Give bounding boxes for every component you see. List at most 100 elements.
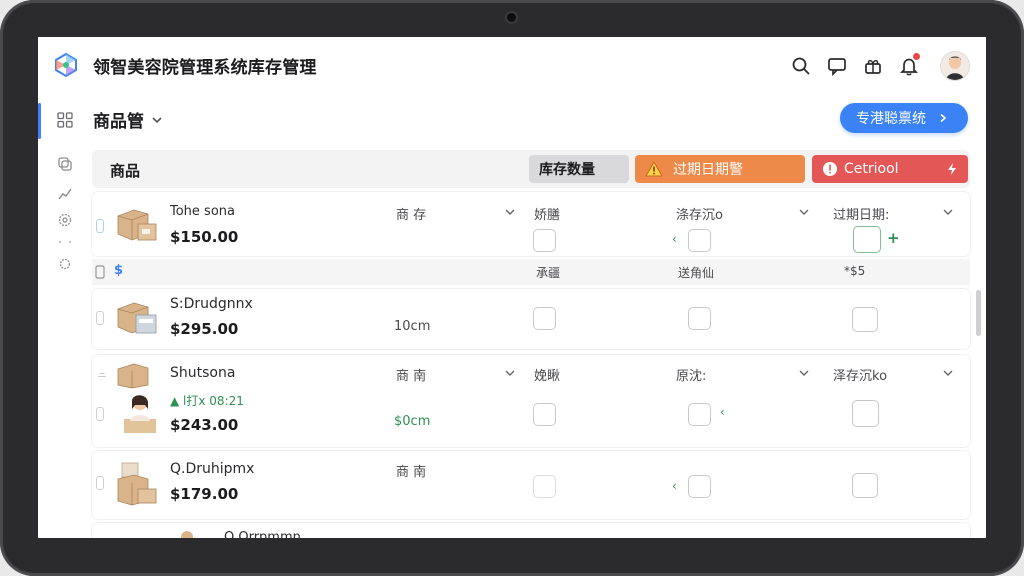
column-expiry-label: 过期日期警 bbox=[673, 162, 743, 178]
chevron-down-icon[interactable] bbox=[504, 206, 516, 218]
table-header: 商品 库存数量 过期日期警 Cetriool bbox=[92, 150, 970, 188]
chevron-down-icon[interactable] bbox=[798, 367, 810, 379]
product-name: Tohe sona bbox=[170, 204, 235, 219]
summary-dollar: $ bbox=[114, 263, 124, 278]
side-navigation bbox=[38, 97, 88, 538]
gift-icon[interactable] bbox=[862, 55, 884, 77]
summary-row: $ 承疆 送角仙 *$5 bbox=[92, 259, 970, 285]
breadcrumb[interactable]: 商品管 bbox=[93, 107, 164, 132]
grid-icon[interactable] bbox=[56, 111, 74, 129]
scrollbar[interactable] bbox=[976, 290, 981, 336]
product-name: Shutsona bbox=[170, 365, 236, 381]
size-cell: $0cm bbox=[394, 414, 431, 429]
product-box-icon bbox=[117, 302, 157, 334]
top-bar: 领智美容院管理系统库存管理 bbox=[38, 37, 986, 93]
chart-icon[interactable] bbox=[56, 185, 74, 203]
primary-action-button[interactable]: 专港聪禀统 bbox=[840, 103, 968, 133]
size-cell: 10cm bbox=[394, 319, 431, 334]
gear-icon[interactable] bbox=[56, 255, 74, 273]
primary-action-label: 专港聪禀统 bbox=[856, 111, 926, 127]
table-row[interactable]: Tohe sona $150.00 商 存 娇膳 涤存沉o ‹ 过期日期: + bbox=[92, 192, 970, 256]
checkbox-selected[interactable] bbox=[853, 226, 881, 253]
type-cell: 娇膳 bbox=[534, 208, 561, 223]
table-row[interactable]: Q.Orrpmmn bbox=[92, 523, 970, 538]
product-box-icon bbox=[117, 462, 157, 506]
notification-badge bbox=[913, 53, 920, 60]
checkbox[interactable] bbox=[688, 229, 711, 252]
product-name: Q.Druhipmx bbox=[170, 461, 255, 477]
search-icon[interactable] bbox=[790, 55, 812, 77]
chevron-down-icon[interactable] bbox=[798, 206, 810, 218]
message-icon[interactable] bbox=[826, 55, 848, 77]
chevron-down-icon bbox=[152, 116, 162, 123]
drag-handle[interactable] bbox=[98, 373, 106, 379]
table-title: 商品 bbox=[110, 162, 141, 180]
chevron-right-icon bbox=[940, 113, 947, 123]
more-icon[interactable] bbox=[56, 233, 74, 251]
checkbox[interactable] bbox=[852, 400, 879, 427]
bell-icon[interactable] bbox=[898, 53, 920, 77]
arrow-left-icon: ‹ bbox=[720, 405, 725, 419]
table-row[interactable]: S:Drudgnnx $295.00 10cm bbox=[92, 289, 970, 349]
checkbox[interactable] bbox=[533, 475, 556, 498]
settings-icon[interactable] bbox=[56, 211, 74, 229]
checkbox[interactable] bbox=[533, 229, 556, 252]
camera bbox=[507, 13, 516, 22]
checkbox[interactable] bbox=[533, 403, 556, 426]
column-expiry-warning[interactable]: 过期日期警 bbox=[635, 155, 805, 183]
chevron-down-icon[interactable] bbox=[942, 367, 954, 379]
rail-active-indicator bbox=[38, 103, 41, 139]
alert-circle-icon bbox=[823, 162, 837, 176]
app-logo-icon bbox=[55, 52, 77, 78]
column-stock-quantity[interactable]: 库存数量 bbox=[529, 155, 629, 183]
checkbox[interactable] bbox=[688, 403, 711, 426]
arrow-left-icon: ‹ bbox=[672, 479, 677, 493]
stock-cell: 商 南 bbox=[396, 369, 427, 384]
app-screen: 领智美容院管理系统库存管理 商品管 专港聪禀统 商品 库存数量 过期日期警 Ce… bbox=[38, 37, 986, 538]
stock-cell: 商 存 bbox=[396, 208, 427, 223]
chevron-down-icon[interactable] bbox=[504, 367, 516, 379]
breadcrumb-label: 商品管 bbox=[93, 112, 144, 132]
checkbox[interactable] bbox=[852, 307, 878, 332]
product-box-icon bbox=[117, 209, 157, 241]
tablet-frame: 领智美容院管理系统库存管理 商品管 专港聪禀统 商品 库存数量 过期日期警 Ce… bbox=[0, 0, 1024, 576]
product-name: S:Drudgnnx bbox=[170, 296, 253, 312]
product-name: Q.Orrpmmn bbox=[224, 530, 301, 538]
row-select-checkbox[interactable] bbox=[96, 476, 104, 490]
column-control[interactable]: Cetriool bbox=[812, 155, 968, 183]
status-cell: 原沈: bbox=[676, 369, 707, 384]
chevron-down-icon[interactable] bbox=[942, 206, 954, 218]
row-select-checkbox[interactable] bbox=[96, 311, 104, 325]
product-price: $179.00 bbox=[170, 485, 239, 503]
type-cell: 娩瞅 bbox=[534, 369, 561, 384]
expiry-cell: 过期日期: bbox=[833, 208, 890, 223]
product-price: $243.00 bbox=[170, 416, 239, 434]
product-box-icon bbox=[117, 363, 149, 389]
product-price: $150.00 bbox=[170, 228, 239, 246]
summary-b: 送角仙 bbox=[678, 266, 715, 280]
layers-icon[interactable] bbox=[56, 155, 74, 173]
table-row[interactable]: Q.Druhipmx $179.00 商 南 ‹ bbox=[92, 451, 970, 519]
column-control-label: Cetriool bbox=[844, 161, 899, 177]
phone-icon bbox=[95, 265, 105, 279]
checkbox[interactable] bbox=[688, 475, 711, 498]
summary-c: *$5 bbox=[844, 264, 866, 278]
checkbox[interactable] bbox=[852, 473, 878, 498]
status-cell: 涤存沉o bbox=[676, 208, 723, 223]
app-title: 领智美容院管理系统库存管理 bbox=[93, 58, 317, 78]
product-thumb-icon bbox=[181, 531, 193, 538]
product-person-image bbox=[124, 395, 156, 433]
stock-cell: 商 南 bbox=[396, 465, 427, 480]
checkbox[interactable] bbox=[688, 307, 711, 330]
avatar[interactable] bbox=[940, 51, 970, 81]
header-actions bbox=[790, 51, 970, 81]
summary-a: 承疆 bbox=[536, 266, 561, 280]
checkbox[interactable] bbox=[533, 307, 556, 330]
table-row[interactable]: Shutsona ▲ l打x 08:21 $243.00 商 南 $0cm 娩瞅… bbox=[92, 355, 970, 447]
bolt-icon bbox=[948, 163, 956, 175]
row-select-checkbox[interactable] bbox=[96, 407, 104, 421]
warning-icon bbox=[645, 161, 663, 177]
plus-icon[interactable]: + bbox=[887, 229, 900, 247]
product-price: $295.00 bbox=[170, 320, 239, 338]
row-select-checkbox[interactable] bbox=[96, 219, 104, 233]
